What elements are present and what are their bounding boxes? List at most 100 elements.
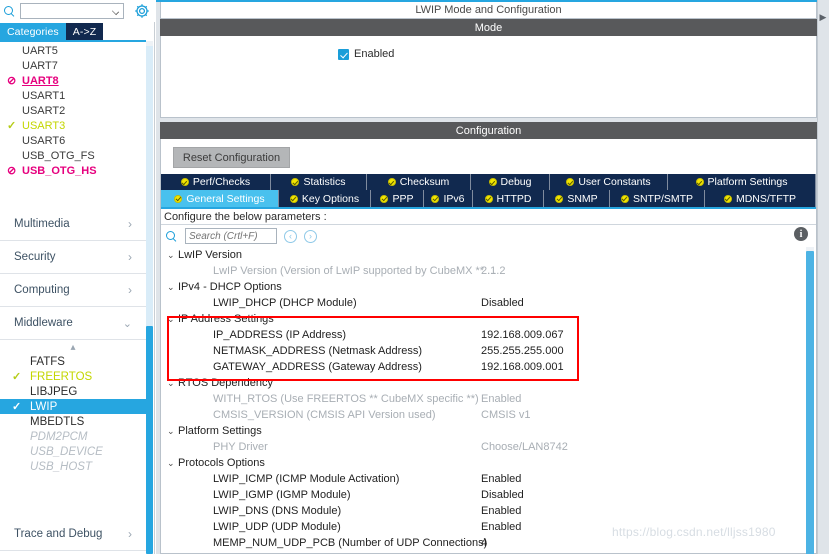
peripheral-search-combo[interactable] [20,3,124,19]
tree-search-input[interactable] [186,229,274,243]
middleware-item-usb_host[interactable]: USB_HOST [0,459,146,474]
tab-user-constants[interactable]: User Constants [550,174,668,190]
tree-group-protocols-options[interactable]: ⌄ Protocols Options [161,455,806,471]
tree-row[interactable]: GATEWAY_ADDRESS (Gateway Address) 192.168… [161,359,806,375]
tree-group-ip-address-settings[interactable]: ⌄ IP Address Settings [161,311,806,327]
tree-param-value[interactable]: 255.255.255.000 [481,345,564,357]
chevron-right-icon[interactable]: › [128,217,132,231]
sidebar-category-security[interactable]: Security › [0,241,146,274]
tree-row[interactable]: LWIP_IGMP (IGMP Module) Disabled [161,487,806,503]
tab-snmp[interactable]: SNMP [544,190,610,207]
tab-httpd[interactable]: HTTPD [473,190,544,207]
peripheral-item-usart3[interactable]: ✓ USART3 [0,118,146,133]
tree-param-value[interactable]: Disabled [481,297,524,309]
chevron-down-icon[interactable] [111,7,120,16]
tree-param-value[interactable]: 192.168.009.067 [481,329,564,341]
sidebar-category-trace-and-debug[interactable]: Trace and Debug › [0,518,146,551]
tree-param-value[interactable]: Enabled [481,473,521,485]
chevron-down-icon[interactable]: ⌄ [167,282,178,293]
peripheral-item-usart1[interactable]: USART1 [0,88,146,103]
peripheral-item-usb_otg_fs[interactable]: USB_OTG_FS [0,148,146,163]
sidebar-category-computing[interactable]: Computing › [0,274,146,307]
middleware-item-lwip[interactable]: ✓ LWIP [0,399,146,414]
tree-row[interactable]: NETMASK_ADDRESS (Netmask Address) 255.255… [161,343,806,359]
tab-mdns-tftp[interactable]: MDNS/TFTP [705,190,816,207]
tree-row[interactable]: LwIP Version (Version of LwIP supported … [161,263,806,279]
peripheral-item-uart7[interactable]: UART7 [0,58,146,73]
tree-param-value[interactable]: 4 [481,537,487,549]
tree-param-value[interactable]: Disabled [481,489,524,501]
peripheral-item-uart5[interactable]: UART5 [0,43,146,58]
middleware-item-freertos[interactable]: ✓ FREERTOS [0,369,146,384]
sidebar-scrollbar-thumb[interactable] [146,326,153,554]
peripheral-item-uart8[interactable]: ⊘ UART8 [0,73,146,88]
tree-row[interactable]: LWIP_DHCP (DHCP Module) Disabled [161,295,806,311]
peripheral-label: USART1 [22,89,66,102]
tree-row[interactable]: LWIP_ICMP (ICMP Module Activation) Enable… [161,471,806,487]
tree-scrollbar-thumb[interactable] [806,251,814,554]
tab-debug[interactable]: Debug [471,174,550,190]
tab-a-to-z[interactable]: A->Z [65,23,104,40]
tree-param-value[interactable]: Enabled [481,505,521,517]
tree-search-box[interactable] [185,228,277,244]
sidebar-category-multimedia[interactable]: Multimedia › [0,208,146,241]
mode-section-header: Mode [160,19,817,36]
middleware-item-usb_device[interactable]: USB_DEVICE [0,444,146,459]
search-prev-icon[interactable]: ‹ [284,229,297,243]
tree-param-value[interactable]: CMSIS v1 [481,409,531,421]
lwip-enabled-checkbox[interactable] [338,48,349,60]
peripheral-search-input[interactable] [21,4,109,18]
tree-group-platform-settings[interactable]: ⌄ Platform Settings [161,423,806,439]
chevron-right-icon[interactable]: › [128,250,132,264]
tab-categories[interactable]: Categories [0,23,66,40]
chevron-right-icon[interactable]: › [128,527,132,541]
tab-checksum[interactable]: Checksum [367,174,471,190]
tree-row[interactable]: PHY Driver Choose/LAN8742 [161,439,806,455]
chevron-down-icon[interactable]: ⌄ [167,250,178,261]
chevron-down-icon[interactable]: ⌄ [167,378,178,389]
sidebar-scrollbar-trough [146,46,153,326]
tree-row[interactable]: LWIP_DNS (DNS Module) Enabled [161,503,806,519]
peripheral-item-usart2[interactable]: USART2 [0,103,146,118]
tab-key-options[interactable]: Key Options [279,190,371,207]
tab-perf-checks[interactable]: Perf/Checks [161,174,271,190]
tree-group-rtos-dependency[interactable]: ⌄ RTOS Dependency [161,375,806,391]
tab-general-settings[interactable]: General Settings [161,190,279,207]
gear-icon[interactable] [134,3,150,19]
info-icon[interactable]: i [794,227,808,241]
chevron-down-icon[interactable]: ⌄ [167,314,178,325]
tab-platform-settings[interactable]: Platform Settings [668,174,816,190]
tab-ppp[interactable]: PPP [371,190,424,207]
peripheral-item-usart6[interactable]: USART6 [0,133,146,148]
parameter-tree[interactable]: ⌄ LwIP Version LwIP Version (Version of Lw… [161,247,806,553]
chevron-down-icon[interactable]: ⌄ [167,426,178,437]
reset-configuration-button[interactable]: Reset Configuration [173,147,290,168]
tree-param-value[interactable]: Choose/LAN8742 [481,441,568,453]
chevron-down-icon[interactable]: ⌄ [167,458,178,469]
tab-statistics[interactable]: Statistics [271,174,367,190]
lwip-enabled-row[interactable]: Enabled [338,48,394,60]
sidebar-category-middleware[interactable]: Middleware ⌄ [0,307,146,340]
collapse-arrow-icon[interactable]: ▶ [818,8,828,26]
tab-ipv6[interactable]: IPv6 [424,190,473,207]
search-next-icon[interactable]: › [304,229,317,243]
peripheral-item-usb_otg_hs[interactable]: ⊘ USB_OTG_HS [0,163,146,178]
middleware-item-libjpeg[interactable]: LIBJPEG [0,384,146,399]
middleware-item-mbedtls[interactable]: MBEDTLS [0,414,146,429]
tree-group-ipv4-dhcp-options[interactable]: ⌄ IPv4 - DHCP Options [161,279,806,295]
tab-sntp-smtp[interactable]: SNTP/SMTP [610,190,705,207]
middleware-scroll-up-icon[interactable]: ▴ [0,340,146,354]
tree-param-value[interactable]: Enabled [481,521,521,533]
tree-row[interactable]: IP_ADDRESS (IP Address) 192.168.009.067 [161,327,806,343]
middleware-item-fatfs[interactable]: FATFS [0,354,146,369]
chevron-down-icon[interactable]: ⌄ [123,317,132,330]
tree-row[interactable]: WITH_RTOS (Use FREERTOS ** CubeMX specif… [161,391,806,407]
peripheral-list[interactable]: UART5 UART7 ⊘ UART8 USART1 USART2 ✓ USART3 USART… [0,43,146,186]
tree-param-value[interactable]: 2.1.2 [481,265,505,277]
chevron-right-icon[interactable]: › [128,283,132,297]
middleware-item-pdm2pcm[interactable]: PDM2PCM [0,429,146,444]
tree-param-value[interactable]: 192.168.009.001 [481,361,564,373]
tree-param-value[interactable]: Enabled [481,393,521,405]
tree-row[interactable]: CMSIS_VERSION (CMSIS API Version used) CM… [161,407,806,423]
tree-group-lwip-version[interactable]: ⌄ LwIP Version [161,247,806,263]
